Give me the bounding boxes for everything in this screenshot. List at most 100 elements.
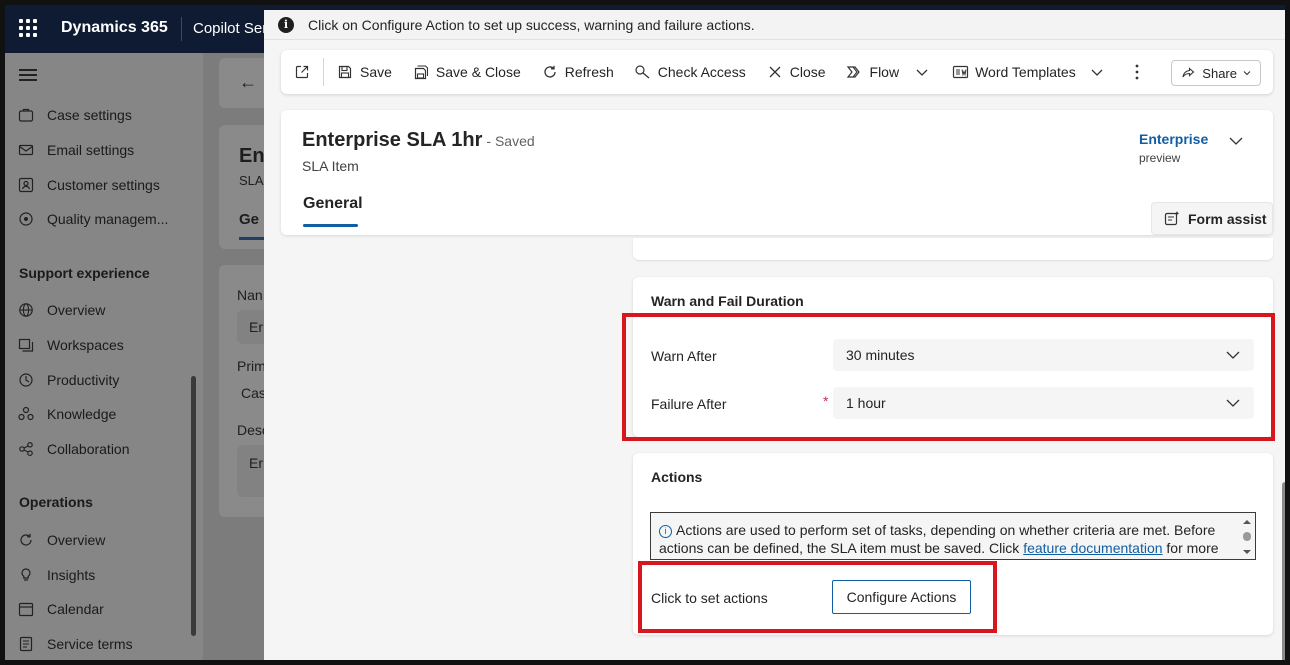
required-indicator: *	[823, 393, 829, 409]
screen: Dynamics 365 Copilot Ser Case settings E…	[0, 0, 1290, 665]
word-templates-button[interactable]: Word Templates	[941, 56, 1116, 88]
form-assist-button[interactable]: Form assist	[1151, 202, 1273, 235]
save-status: - Saved	[486, 133, 535, 149]
sidebar-item-quality-management[interactable]: Quality managem...	[17, 207, 168, 231]
check-access-icon	[634, 63, 652, 81]
flow-button[interactable]: Flow	[836, 56, 942, 88]
sidebar-item-label: Quality managem...	[47, 211, 169, 227]
sidebar-item-case-settings[interactable]: Case settings	[17, 103, 132, 127]
tab-selected-indicator	[303, 224, 358, 227]
close-button[interactable]: Close	[756, 56, 836, 88]
divider	[181, 17, 182, 41]
actions-section: Actions i Actions are used to perform set…	[633, 453, 1273, 635]
background-entity: SLA	[239, 173, 264, 188]
sidebar-item-email-settings[interactable]: Email settings	[17, 138, 134, 162]
record-title: Enterprise SLA 1hr - Saved	[302, 129, 535, 152]
hamburger-menu-icon[interactable]	[19, 69, 37, 81]
warn-after-label: Warn After	[651, 348, 717, 364]
share-icon	[1180, 65, 1196, 81]
sidebar-item-operations-overview[interactable]: Overview	[17, 528, 105, 552]
close-label: Close	[789, 64, 826, 80]
sidebar-item-service-terms[interactable]: Service terms	[17, 632, 133, 656]
business-process-name[interactable]: Enterprise	[1139, 131, 1208, 147]
sidebar-item-overview[interactable]: Overview	[17, 298, 105, 322]
info-box-scrollbar[interactable]	[1241, 517, 1253, 557]
background-field-value: Cas	[241, 385, 266, 401]
sidebar: Case settings Email settings Customer se…	[5, 53, 203, 660]
sidebar-group-heading: Support experience	[19, 265, 150, 281]
sidebar-item-insights[interactable]: Insights	[17, 563, 95, 587]
save-close-label: Save & Close	[435, 64, 521, 80]
refresh-button[interactable]: Refresh	[531, 56, 624, 88]
app-name[interactable]: Dynamics 365	[61, 19, 168, 37]
sidebar-item-label: Email settings	[47, 142, 135, 158]
save-label: Save	[360, 64, 392, 80]
check-access-button[interactable]: Check Access	[624, 56, 756, 88]
command-bar: Save Save & Close Refresh Check Access C…	[281, 50, 1273, 94]
background-field-value: Er	[249, 455, 263, 471]
sidebar-item-label: Overview	[47, 532, 106, 548]
form-assist-label: Form assist	[1188, 210, 1267, 227]
sidebar-item-knowledge[interactable]: Knowledge	[17, 402, 116, 426]
sidebar-item-label: Customer settings	[47, 177, 160, 193]
chevron-down-icon	[1242, 68, 1252, 78]
sidebar-item-label: Service terms	[47, 636, 133, 652]
sidebar-item-label: Productivity	[47, 372, 120, 388]
chevron-down-icon[interactable]	[1088, 63, 1106, 81]
save-close-icon	[412, 63, 430, 81]
notification-bar: i Click on Configure Action to set up su…	[264, 10, 1285, 40]
info-icon: i	[659, 525, 672, 538]
dialog-scrollbar[interactable]	[1282, 482, 1285, 660]
save-button[interactable]: Save	[326, 56, 402, 88]
warn-after-value: 30 minutes	[846, 347, 915, 363]
share-button[interactable]: Share	[1171, 60, 1261, 86]
open-in-new-window-button[interactable]	[281, 56, 321, 88]
mail-icon	[17, 141, 35, 159]
contact-card-icon	[17, 176, 35, 194]
actions-info-box: i Actions are used to perform set of task…	[650, 512, 1256, 560]
briefcase-icon	[17, 106, 35, 124]
save-and-close-button[interactable]: Save & Close	[402, 56, 531, 88]
workspaces-icon	[17, 336, 35, 354]
sidebar-item-label: Overview	[47, 302, 106, 318]
sidebar-group-heading: Operations	[19, 494, 93, 510]
close-icon	[766, 63, 784, 81]
background-field-label: Prim	[237, 358, 266, 374]
configure-actions-button[interactable]: Configure Actions	[832, 580, 971, 614]
back-arrow-icon[interactable]: ←	[239, 72, 257, 93]
collaboration-icon	[17, 440, 35, 458]
sidebar-item-customer-settings[interactable]: Customer settings	[17, 173, 160, 197]
sidebar-item-label: Workspaces	[47, 337, 124, 353]
open-in-new-window-icon	[293, 63, 311, 81]
warn-after-select[interactable]: 30 minutes	[833, 339, 1254, 371]
calendar-icon	[17, 600, 35, 618]
sidebar-item-calendar[interactable]: Calendar	[17, 597, 104, 621]
sidebar-item-workspaces[interactable]: Workspaces	[17, 333, 124, 357]
background-field-value: Er	[249, 319, 263, 335]
more-commands-button[interactable]	[1116, 56, 1158, 88]
record-title-text: Enterprise SLA 1hr	[302, 129, 483, 151]
feature-documentation-link[interactable]: feature documentation	[1023, 540, 1162, 556]
tab-general[interactable]: General	[303, 195, 363, 213]
background-field-label: Nan	[237, 287, 263, 303]
sidebar-item-label: Knowledge	[47, 406, 117, 422]
check-access-label: Check Access	[657, 64, 746, 80]
refresh-icon	[541, 63, 559, 81]
sidebar-item-label: Insights	[47, 567, 96, 583]
chevron-down-icon	[1226, 399, 1240, 407]
notification-text: Click on Configure Action to set up succ…	[308, 16, 755, 33]
section-title: Warn and Fail Duration	[651, 293, 804, 309]
more-vertical-icon	[1128, 63, 1146, 81]
refresh-circle-icon	[17, 531, 35, 549]
sidebar-item-productivity[interactable]: Productivity	[17, 368, 119, 392]
app-subtitle[interactable]: Copilot Ser	[193, 20, 267, 37]
app-launcher-icon[interactable]	[19, 19, 39, 39]
sidebar-item-collaboration[interactable]: Collaboration	[17, 437, 130, 461]
actions-info-suffix: for more	[1162, 540, 1219, 556]
sla-item-dialog: i Click on Configure Action to set up su…	[264, 10, 1285, 660]
chevron-down-icon[interactable]	[913, 63, 931, 81]
failure-after-select[interactable]: 1 hour	[833, 387, 1254, 419]
refresh-label: Refresh	[564, 64, 614, 80]
sidebar-scrollbar[interactable]	[191, 376, 196, 636]
chevron-down-icon[interactable]	[1225, 130, 1247, 152]
